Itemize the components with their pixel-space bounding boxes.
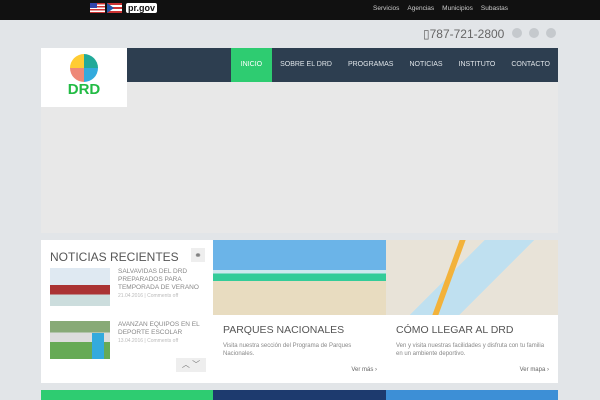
news-item-meta: 21.04.2016 | Comments off (118, 293, 179, 299)
card-title: CÓMO LLEGAR AL DRD (396, 324, 514, 336)
ver-mapa-link[interactable]: Ver mapa › (520, 367, 549, 373)
nav-instituto[interactable]: INSTITUTO (451, 48, 504, 82)
pr-flag-icon (107, 3, 122, 13)
top-link-agencias[interactable]: Agencias (407, 5, 434, 12)
chevron-up-icon[interactable]: ︿ (182, 360, 190, 369)
news-title: NOTICIAS RECIENTES (50, 250, 179, 264)
bottom-tile-green (41, 390, 213, 400)
pr-gov-logo: pr.gov (126, 3, 158, 13)
news-item[interactable]: SALVAVIDAS DEL DRD PREPARADOS PARA TEMPO… (50, 268, 210, 306)
top-bar: pr.gov Servicios Agencias Municipios Sub… (0, 0, 600, 20)
beach-image (213, 240, 386, 315)
nav-inicio[interactable]: INICIO (230, 48, 273, 82)
nav-noticias[interactable]: NOTICIAS (401, 48, 450, 82)
nav-sobre-el-drd[interactable]: SOBRE EL DRD (272, 48, 340, 82)
phone-number: ▯787-721-2800 (423, 27, 505, 41)
bottom-tile-dark (213, 390, 386, 400)
map-image[interactable] (386, 240, 558, 315)
main-nav: INICIO SOBRE EL DRD PROGRAMAS NOTICIAS I… (127, 48, 558, 82)
link-icon[interactable]: ⚭ (191, 248, 205, 262)
news-item-title[interactable]: SALVAVIDAS DEL DRD PREPARADOS PARA TEMPO… (118, 268, 210, 292)
card-text: Visita nuestra sección del Programa de P… (223, 343, 352, 357)
news-item-meta: 13.04.2016 | Comments off (118, 338, 179, 344)
twitter-icon[interactable] (546, 28, 556, 38)
news-panel: NOTICIAS RECIENTES ⚭ SALVAVIDAS DEL DRD … (41, 240, 213, 383)
social-links (512, 28, 556, 38)
news-thumbnail (50, 321, 110, 359)
facebook-icon[interactable] (512, 28, 522, 38)
card-parques: PARQUES NACIONALES Visita nuestra secció… (213, 240, 386, 383)
nav-programas[interactable]: PROGRAMAS (340, 48, 402, 82)
bottom-tile-blue (386, 390, 558, 400)
top-link-servicios[interactable]: Servicios (373, 5, 399, 12)
globe-logo-icon (70, 54, 98, 82)
news-item-title[interactable]: AVANZAN EQUIPOS EN EL DEPORTE ESCOLAR (118, 321, 210, 337)
news-scroll-buttons[interactable]: ︿ ﹀ (176, 358, 206, 372)
card-como-llegar: CÓMO LLEGAR AL DRD Ven y visita nuestras… (386, 240, 558, 383)
pr-gov-link[interactable]: pr.gov (90, 3, 158, 13)
card-title: PARQUES NACIONALES (223, 324, 345, 336)
instagram-icon[interactable] (529, 28, 539, 38)
news-thumbnail (50, 268, 110, 306)
top-link-municipios[interactable]: Municipios (442, 5, 473, 12)
ver-mas-link[interactable]: Ver más › (351, 367, 377, 373)
news-item[interactable]: AVANZAN EQUIPOS EN EL DEPORTE ESCOLAR 13… (50, 321, 210, 359)
card-text: Ven y visita nuestras facilidades y disf… (396, 343, 545, 357)
drd-logo[interactable]: DRD (41, 48, 127, 107)
top-link-subastas[interactable]: Subastas (481, 5, 508, 12)
us-flag-icon (90, 3, 105, 13)
nav-contacto[interactable]: CONTACTO (503, 48, 558, 82)
logo-text: DRD (67, 81, 101, 98)
chevron-down-icon[interactable]: ﹀ (192, 360, 200, 369)
phone-text: 787-721-2800 (429, 27, 505, 41)
